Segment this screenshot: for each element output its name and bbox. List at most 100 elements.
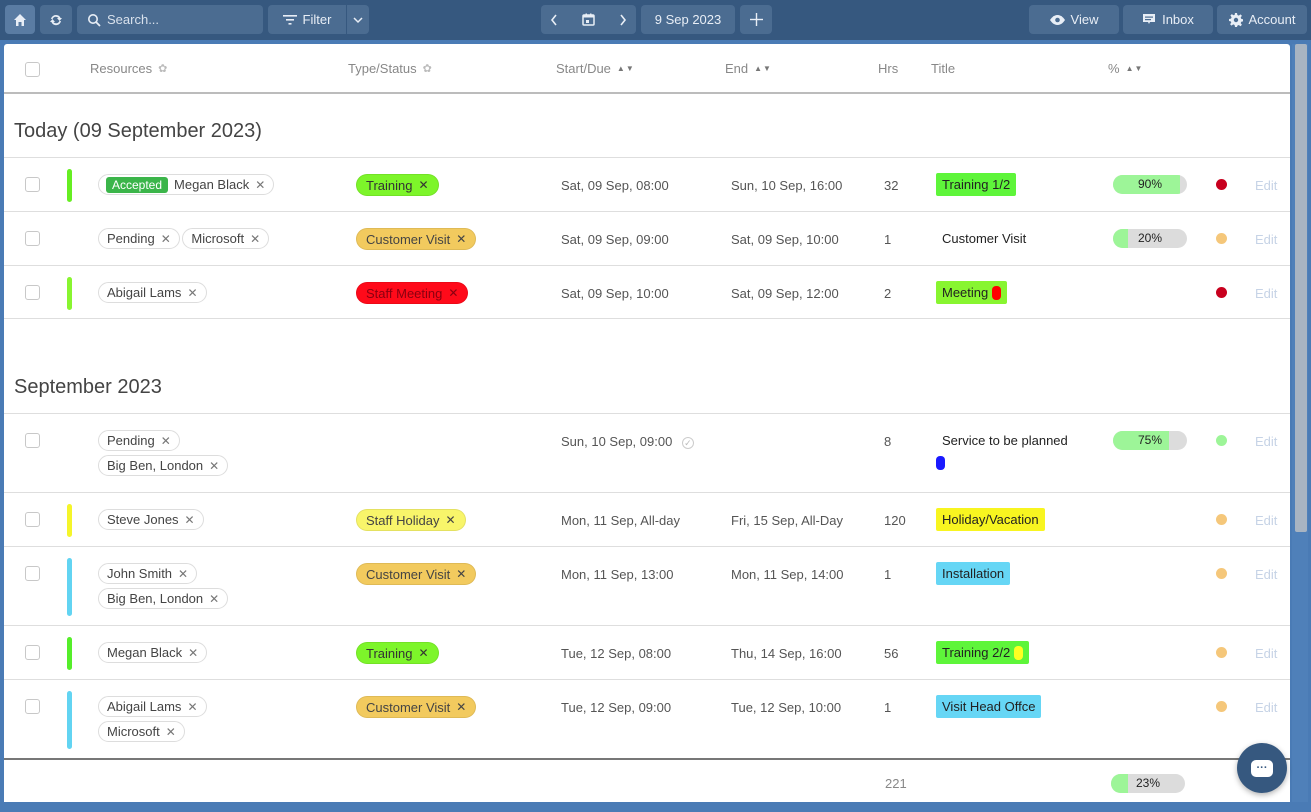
table-row[interactable]: Steve Jones ✕ Staff Holiday ✕ Mon, 11 Sep, A… (4, 492, 1290, 546)
account-label: Account (1248, 12, 1296, 27)
remove-icon[interactable]: ✕ (448, 286, 458, 300)
remove-icon[interactable]: ✕ (456, 700, 466, 714)
title-badge[interactable]: Meeting (936, 281, 1008, 304)
table-row[interactable]: Pending ✕ Big Ben, London ✕ Sun, 10 Sep, 09:… (4, 413, 1290, 492)
table-row[interactable]: Abigail Lams ✕ Microsoft ✕ Customer Visit ✕ Tu… (4, 679, 1290, 758)
resource-chip[interactable]: John Smith ✕ (98, 563, 198, 584)
filter-button[interactable]: Filter (268, 5, 346, 34)
filter-dropdown-button[interactable] (347, 5, 369, 34)
remove-icon[interactable]: ✕ (418, 646, 428, 660)
column-title[interactable]: Title (931, 61, 955, 76)
remove-icon[interactable]: ✕ (209, 459, 219, 473)
next-date-button[interactable] (619, 14, 627, 26)
table-row[interactable]: John Smith ✕ Big Ben, London ✕ Customer Visi… (4, 546, 1290, 625)
remove-icon[interactable]: ✕ (255, 178, 265, 192)
column-settings-icon[interactable]: ✿ (158, 62, 167, 75)
chat-button[interactable]: ··· (1237, 743, 1287, 793)
inbox-button[interactable]: Inbox (1123, 5, 1213, 34)
edit-link[interactable]: Edit (1255, 513, 1277, 528)
remove-icon[interactable]: ✕ (456, 232, 466, 246)
remove-icon[interactable]: ✕ (166, 725, 176, 739)
remove-icon[interactable]: ✕ (185, 513, 195, 527)
row-checkbox[interactable] (25, 231, 40, 246)
resource-chip[interactable]: Abigail Lams ✕ (98, 282, 207, 303)
column-settings-icon[interactable]: ✿ (423, 62, 432, 75)
row-checkbox[interactable] (25, 285, 40, 300)
prev-date-button[interactable] (550, 14, 558, 26)
date-button[interactable]: 9 Sep 2023 (641, 5, 735, 34)
type-status-chip[interactable]: Training ✕ (356, 174, 439, 196)
table-row[interactable]: Abigail Lams ✕ Staff Meeting ✕ Sat, 09 Sep, … (4, 265, 1290, 319)
type-status-chip[interactable]: Staff Meeting ✕ (356, 282, 469, 304)
refresh-button[interactable] (40, 5, 72, 34)
title-badge[interactable]: Installation (936, 562, 1011, 585)
title-badge[interactable]: Training 2/2 (936, 641, 1030, 664)
title-badge[interactable]: Visit Head Offce (936, 695, 1042, 718)
column-type-status[interactable]: Type/Status ✿ (348, 61, 432, 76)
remove-icon[interactable]: ✕ (178, 567, 188, 581)
table-row[interactable]: Megan Black ✕ Training ✕ Tue, 12 Sep, 08:00 T… (4, 625, 1290, 679)
row-checkbox[interactable] (25, 512, 40, 527)
type-status-chip[interactable]: Staff Holiday ✕ (356, 509, 466, 531)
row-checkbox[interactable] (25, 699, 40, 714)
sort-arrows-icon[interactable]: ▲▼ (754, 64, 772, 73)
title-badge[interactable]: Customer Visit (936, 227, 1032, 250)
type-status-chip[interactable]: Customer Visit ✕ (356, 696, 477, 718)
resource-chip[interactable]: Accepted Megan Black ✕ (98, 174, 275, 195)
column-percent[interactable]: % ▲▼ (1108, 61, 1143, 76)
row-checkbox[interactable] (25, 566, 40, 581)
resource-chip[interactable]: Pending ✕ (98, 228, 180, 249)
search-input[interactable]: Search... (77, 5, 263, 34)
sort-arrows-icon[interactable]: ▲▼ (617, 64, 635, 73)
remove-icon[interactable]: ✕ (456, 567, 466, 581)
edit-link[interactable]: Edit (1255, 646, 1277, 661)
sort-arrows-icon[interactable]: ▲▼ (1126, 64, 1144, 73)
remove-icon[interactable]: ✕ (188, 646, 198, 660)
calendar-icon[interactable] (582, 13, 595, 26)
edit-link[interactable]: Edit (1255, 232, 1277, 247)
add-button[interactable] (740, 5, 772, 34)
remove-icon[interactable]: ✕ (161, 434, 171, 448)
select-all-checkbox[interactable] (25, 62, 40, 77)
table-row[interactable]: Pending ✕ Microsoft ✕ Customer Visit ✕ Sat, 09… (4, 211, 1290, 265)
home-button[interactable] (5, 5, 35, 34)
title-badge[interactable]: Holiday/Vacation (936, 508, 1045, 531)
column-end[interactable]: End ▲▼ (725, 61, 772, 76)
title-badge[interactable]: Service to be planned (936, 429, 1074, 452)
type-status-chip[interactable]: Training ✕ (356, 642, 439, 664)
remove-icon[interactable]: ✕ (250, 232, 260, 246)
resource-chip[interactable]: Megan Black ✕ (98, 642, 208, 663)
column-start-due[interactable]: Start/Due ▲▼ (556, 61, 635, 76)
resource-chip[interactable]: Big Ben, London ✕ (98, 455, 229, 476)
end-date: Tue, 12 Sep, 10:00 (731, 700, 842, 715)
view-button[interactable]: View (1029, 5, 1119, 34)
remove-icon[interactable]: ✕ (445, 513, 455, 527)
resource-chip[interactable]: Big Ben, London ✕ (98, 588, 229, 609)
type-status-chip[interactable]: Customer Visit ✕ (356, 228, 477, 250)
edit-link[interactable]: Edit (1255, 567, 1277, 582)
column-resources[interactable]: Resources ✿ (90, 61, 167, 76)
edit-link[interactable]: Edit (1255, 434, 1277, 449)
table-row[interactable]: Accepted Megan Black ✕ Training ✕ Sat, 09 Sep… (4, 157, 1290, 211)
resource-chip[interactable]: Microsoft ✕ (98, 721, 185, 742)
edit-link[interactable]: Edit (1255, 286, 1277, 301)
remove-icon[interactable]: ✕ (418, 178, 428, 192)
edit-link[interactable]: Edit (1255, 700, 1277, 715)
remove-icon[interactable]: ✕ (209, 592, 219, 606)
title-badge[interactable]: Training 1/2 (936, 173, 1017, 196)
resource-chip[interactable]: Steve Jones ✕ (98, 509, 204, 530)
remove-icon[interactable]: ✕ (187, 700, 197, 714)
row-checkbox[interactable] (25, 645, 40, 660)
resource-chip[interactable]: Pending ✕ (98, 430, 180, 451)
column-hrs[interactable]: Hrs (878, 61, 898, 76)
type-status-chip[interactable]: Customer Visit ✕ (356, 563, 477, 585)
account-button[interactable]: Account (1217, 5, 1307, 34)
resource-chip[interactable]: Microsoft ✕ (182, 228, 270, 249)
resource-chip[interactable]: Abigail Lams ✕ (98, 696, 207, 717)
edit-link[interactable]: Edit (1255, 178, 1277, 193)
row-checkbox[interactable] (25, 433, 40, 448)
remove-icon[interactable]: ✕ (187, 286, 197, 300)
remove-icon[interactable]: ✕ (161, 232, 171, 246)
row-checkbox[interactable] (25, 177, 40, 192)
scrollbar-thumb[interactable] (1295, 44, 1307, 532)
